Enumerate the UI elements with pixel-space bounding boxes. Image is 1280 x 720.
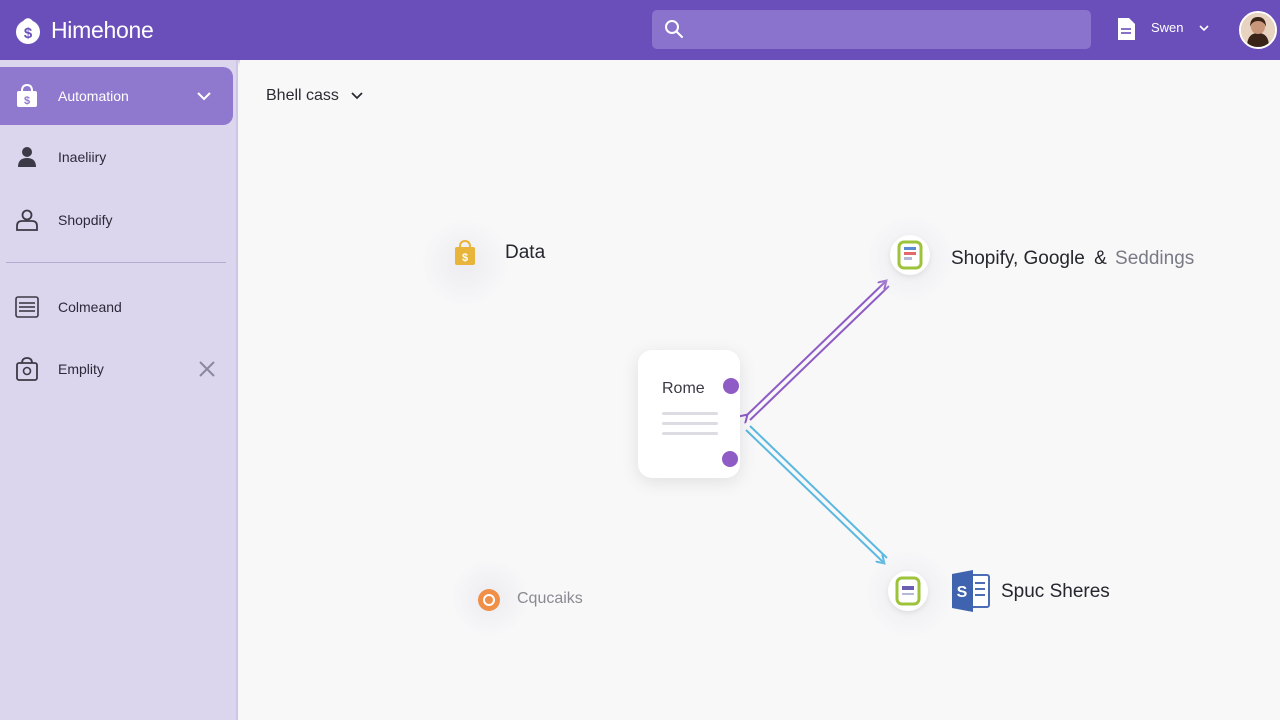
chevron-down-icon[interactable] <box>194 86 214 106</box>
user-menu[interactable]: Swen <box>1151 20 1210 35</box>
card-output-port-top[interactable] <box>723 378 739 394</box>
wire-purple[interactable] <box>746 282 890 420</box>
status-circle-icon <box>478 589 500 611</box>
search-input[interactable] <box>696 10 1081 49</box>
svg-text:$: $ <box>462 252 468 264</box>
avatar-image <box>1241 13 1275 47</box>
sidebar-item-label: Shopdify <box>58 212 113 228</box>
sheets-icon <box>897 240 923 270</box>
node-cqucaiks-label[interactable]: Cqucaiks <box>517 590 583 608</box>
node-doc-badge[interactable] <box>888 571 928 611</box>
card-line <box>662 432 718 435</box>
avatar[interactable] <box>1239 11 1277 49</box>
wire-blue[interactable] <box>745 425 888 562</box>
top-bar: $ Himehone Swen <box>0 0 1280 60</box>
chevron-down-icon <box>1198 24 1209 31</box>
user-menu-label: Swen <box>1151 20 1184 35</box>
node-sheets-badge[interactable] <box>890 235 930 275</box>
svg-text:$: $ <box>24 95 30 107</box>
sidebar-item-colmeand[interactable]: Colmeand <box>0 278 233 336</box>
search-bar[interactable] <box>652 10 1091 49</box>
bag-outline-icon <box>16 357 38 381</box>
sidebar-item-label: Automation <box>58 88 129 104</box>
list-icon <box>15 296 39 318</box>
node-seddings-text: Seddings <box>1115 248 1195 269</box>
main-canvas: Bhell cass $ Data Shopify, Google & Sedd… <box>240 60 1280 720</box>
search-icon <box>665 20 683 38</box>
sidebar-item-inaeliiry[interactable]: Inaeliiry <box>0 128 233 186</box>
card-line <box>662 422 718 425</box>
app-name: Himehone <box>51 16 154 43</box>
bag-dollar-icon: $ <box>16 18 40 44</box>
sidebar-item-label: Inaeliiry <box>58 149 107 165</box>
card-output-port-bottom[interactable] <box>722 451 738 467</box>
shopping-bag-icon: $ <box>17 83 37 107</box>
node-data-label[interactable]: Data <box>505 242 545 264</box>
shopping-bag-icon: $ <box>455 239 475 265</box>
sidebar-item-automation[interactable]: $ Automation <box>0 67 233 125</box>
app-logo[interactable]: $ Himehone <box>12 14 154 46</box>
node-shopify-google-text: Shopify, Google <box>951 248 1085 269</box>
svg-text:S: S <box>957 584 968 601</box>
node-shopify-google-label[interactable]: Shopify, Google & Seddings <box>951 248 1194 270</box>
card-line <box>662 412 718 415</box>
node-separator: & <box>1094 248 1107 269</box>
person-icon <box>18 147 36 167</box>
sidebar-divider <box>6 262 226 263</box>
document-icon[interactable] <box>1115 17 1137 41</box>
sharepoint-icon: S <box>952 570 990 612</box>
sidebar-item-label: Emplity <box>58 361 104 377</box>
card-title: Rome <box>662 380 705 397</box>
sidebar-item-emplity[interactable]: Emplity <box>0 340 233 398</box>
close-icon[interactable] <box>197 359 217 379</box>
document-app-icon <box>895 576 921 606</box>
sidebar-item-shopdify[interactable]: Shopdify <box>0 191 233 249</box>
node-spuc-label[interactable]: Spuc Sheres <box>1001 581 1110 603</box>
svg-text:$: $ <box>24 25 33 42</box>
connection-wires <box>711 60 890 720</box>
sidebar-item-label: Colmeand <box>58 299 122 315</box>
people-icon <box>16 209 38 231</box>
sidebar: $ Automation Inaeliiry Shopdify Colmeand <box>0 60 238 720</box>
